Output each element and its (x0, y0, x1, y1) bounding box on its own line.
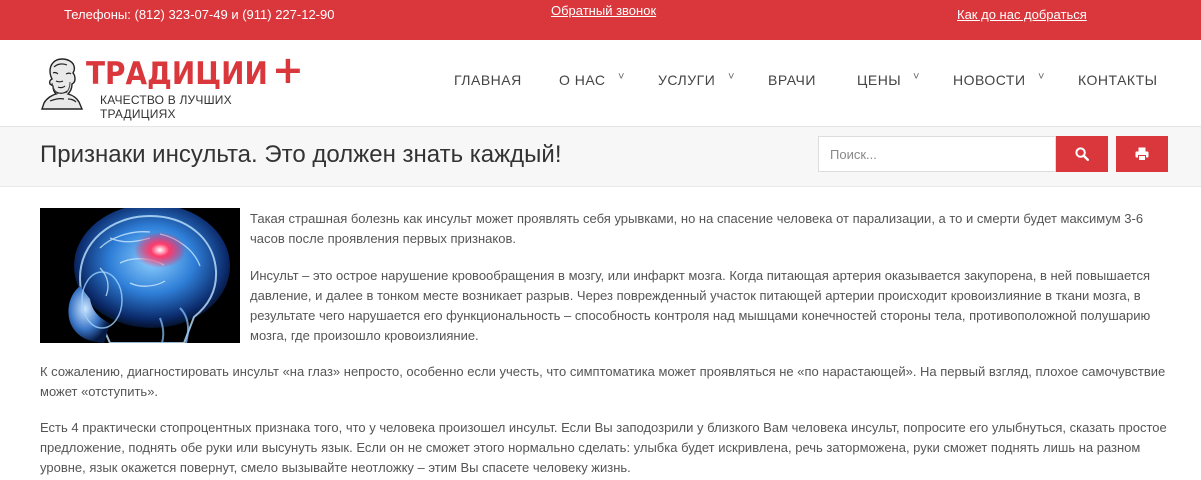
article-paragraph: Такая страшная болезнь как инсульт может… (250, 211, 1144, 246)
callback-link[interactable]: Обратный звонок (551, 3, 656, 18)
print-button[interactable] (1116, 136, 1168, 172)
nav-item-doctors[interactable]: ВРАЧИ (768, 72, 816, 88)
nav-item-about[interactable]: О НАС (559, 72, 606, 88)
chevron-down-icon[interactable]: ˅ (728, 71, 735, 83)
bust-logo-icon (41, 58, 84, 110)
print-icon (1135, 147, 1149, 161)
article-paragraph: Инсульт – это острое нарушение кровообра… (250, 268, 1151, 343)
chevron-down-icon[interactable]: ˅ (618, 71, 625, 83)
phones-text: Телефоны: (812) 323-07-49 и (911) 227-12… (64, 7, 335, 22)
nav-item-home[interactable]: ГЛАВНАЯ (454, 72, 522, 88)
logo-plus-icon: + (272, 48, 304, 92)
search-button[interactable] (1056, 136, 1108, 172)
site-logo[interactable]: ТРАДИЦИИ + КАЧЕСТВО В ЛУЧШИХ ТРАДИЦИЯХ (40, 51, 305, 121)
site-header: ТРАДИЦИИ + КАЧЕСТВО В ЛУЧШИХ ТРАДИЦИЯХ Г… (0, 40, 1201, 127)
top-bar: Телефоны: (812) 323-07-49 и (911) 227-12… (0, 0, 1201, 40)
logo-brand-text: ТРАДИЦИИ (86, 56, 268, 92)
nav-item-services[interactable]: УСЛУГИ (658, 72, 715, 88)
article-paragraph: Есть 4 практически стопроцентных признак… (40, 420, 1167, 475)
nav-item-contacts[interactable]: КОНТАКТЫ (1078, 72, 1158, 88)
page-title: Признаки инсульта. Это должен знать кажд… (40, 141, 562, 168)
article-paragraph: К сожалению, диагностировать инсульт «на… (40, 364, 1166, 399)
logo-slogan: КАЧЕСТВО В ЛУЧШИХ ТРАДИЦИЯХ (100, 93, 232, 121)
chevron-down-icon[interactable]: ˅ (913, 71, 920, 83)
nav-item-news[interactable]: НОВОСТИ (953, 72, 1026, 88)
nav-item-prices[interactable]: ЦЕНЫ (857, 72, 901, 88)
title-bar: Признаки инсульта. Это должен знать кажд… (0, 127, 1201, 187)
chevron-down-icon[interactable]: ˅ (1038, 71, 1045, 83)
directions-link[interactable]: Как до нас добраться (957, 7, 1087, 22)
search-icon (1075, 147, 1089, 161)
search-input[interactable] (818, 136, 1056, 172)
brain-xray-image (40, 208, 240, 343)
